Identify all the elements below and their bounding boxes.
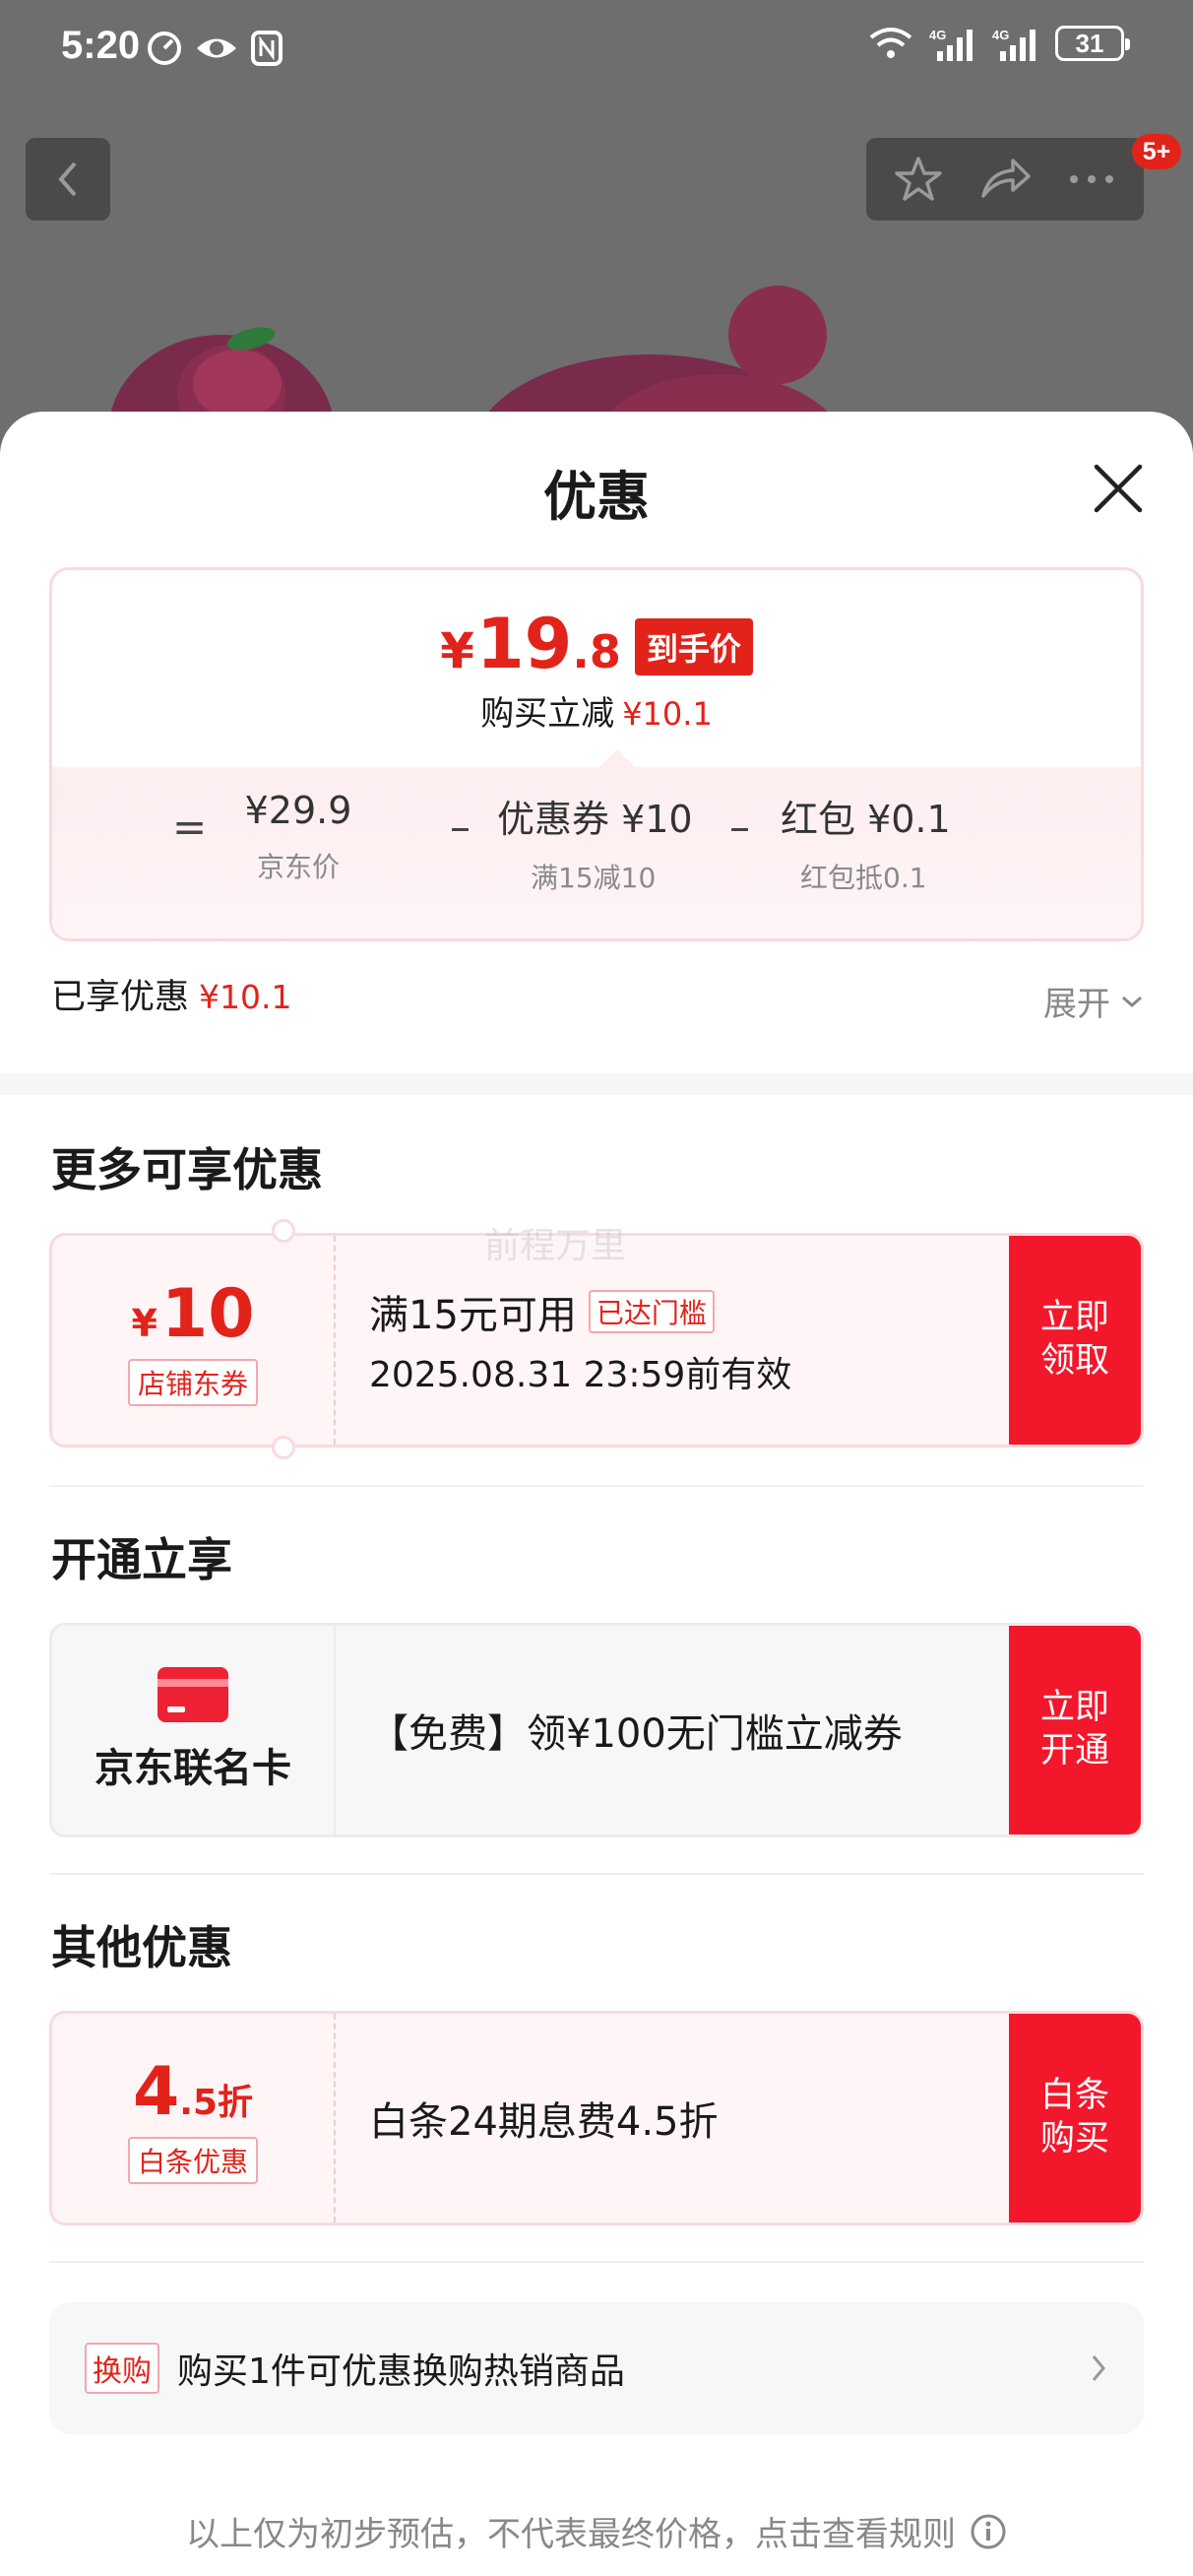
star-icon[interactable] <box>894 155 943 204</box>
price-breakdown: = ¥29.9 京东价 – 优惠券 ¥10 满15减10 – 红包 ¥0.1 红… <box>52 749 1141 938</box>
footer-note[interactable]: 以上仅为初步预估，不代表最终价格，点击查看规则 <box>0 2507 1193 2555</box>
status-bar: 5:20 4G 4G 31 <box>0 0 1193 98</box>
instant-discount-value: ¥10.1 <box>622 695 713 733</box>
background-product-page: 5:20 4G 4G 31 5+ <box>0 0 1193 453</box>
price-top: ¥ 19 .8 到手价 购买立减 ¥10.1 <box>52 570 1141 767</box>
share-icon[interactable] <box>977 157 1033 202</box>
cobrand-card-block: 京东联名卡 <box>52 1626 336 1835</box>
threshold-reached-badge: 已达门槛 <box>588 1290 715 1333</box>
price-integer: 19 <box>475 604 573 684</box>
message-badge: 5+ <box>1132 134 1181 169</box>
baitiao-info: 白条24期息费4.5折 <box>369 2014 1003 2222</box>
open-card-button[interactable]: 立即开通 <box>1009 1626 1141 1835</box>
battery-level: 31 <box>1075 28 1104 58</box>
enjoyed-label: 已享优惠 <box>51 978 190 1017</box>
section-title-open: 开通立享 <box>51 1533 232 1586</box>
chevron-right-icon <box>1092 2355 1105 2381</box>
coupon-label: 满15减10 <box>531 862 657 894</box>
baitiao-offer-card: 4 .5折 白条优惠 白条24期息费4.5折 白条购买 <box>49 2011 1144 2225</box>
minus-sign-2: – <box>729 803 750 851</box>
discount-sheet: 优惠 ¥ 19 .8 到手价 购买立减¥10.1 = ¥29.9 京东价 – <box>0 412 1193 2576</box>
separator-3 <box>49 2261 1144 2263</box>
cobrand-offer-info: 【免费】领¥100无门槛立减券 <box>369 1626 1003 1835</box>
credit-card-icon <box>157 1667 228 1722</box>
close-icon[interactable] <box>1091 461 1146 516</box>
exchange-tag: 换购 <box>85 2343 159 2394</box>
svg-text:4G: 4G <box>992 28 1009 42</box>
baitiao-value-block: 4 .5折 白条优惠 <box>52 2014 336 2222</box>
cobrand-offer-text: 【免费】领¥100无门槛立减券 <box>369 1711 903 1757</box>
eye-icon <box>197 38 236 58</box>
coupon-notch-top <box>272 1219 295 1243</box>
final-price: ¥ 19 .8 到手价 <box>52 604 1141 684</box>
baitiao-discount-big: 4 <box>132 2052 180 2131</box>
exchange-text: 购买1件可优惠换购热销商品 <box>177 2351 625 2392</box>
chevron-down-icon <box>1122 996 1142 1007</box>
claim-coupon-button[interactable]: 立即领取 <box>1009 1236 1141 1445</box>
signal-4g-icon-2: 4G <box>992 28 1036 61</box>
jd-price-value: ¥29.9 <box>244 789 352 832</box>
baitiao-text: 白条24期息费4.5折 <box>369 2099 719 2145</box>
jd-price-item: ¥29.9 京东价 <box>200 789 397 885</box>
baitiao-buy-button[interactable]: 白条购买 <box>1009 2014 1141 2222</box>
coupon-condition: 满15元可用 已达门槛 <box>369 1283 1003 1340</box>
signal-4g-icon: 4G <box>929 28 973 61</box>
back-button[interactable] <box>26 138 110 221</box>
red-packet-item: 红包 ¥0.1 红包抵0.1 <box>781 789 1036 896</box>
baitiao-discount-small: .5折 <box>179 2082 254 2123</box>
speed-icon <box>148 32 181 65</box>
footer-note-text: 以上仅为初步预估，不代表最终价格，点击查看规则 <box>186 2515 956 2554</box>
price-decimal: .8 <box>572 625 621 678</box>
svg-text:4G: 4G <box>929 28 946 42</box>
exchange-purchase-row[interactable]: 换购 购买1件可优惠换购热销商品 <box>49 2302 1144 2434</box>
section-divider <box>0 1073 1193 1095</box>
status-time: 5:20 <box>61 24 141 67</box>
nav-actions <box>866 138 1144 221</box>
coupon-condition-text: 满15元可用 <box>369 1293 577 1338</box>
price-summary-card: ¥ 19 .8 到手价 购买立减 ¥10.1 = ¥29.9 京东价 – 优惠券 … <box>49 567 1144 941</box>
status-left-icons <box>146 30 283 67</box>
cobrand-card-name: 京东联名卡 <box>94 1746 291 1791</box>
coupon-value-block: ¥ 10 店铺东券 <box>52 1236 336 1445</box>
info-icon <box>971 2514 1006 2548</box>
instant-discount-label: 购买立减 <box>480 694 615 734</box>
nfc-icon <box>251 31 283 66</box>
more-icon[interactable] <box>1067 172 1116 186</box>
watermark: 前程万里 <box>484 1226 627 1266</box>
final-price-tag: 到手价 <box>634 618 753 676</box>
red-packet-value: 红包 ¥0.1 <box>781 798 951 841</box>
sheet-title: 优惠 <box>543 466 650 528</box>
expand-toggle[interactable]: 展开 <box>1043 977 1144 1025</box>
coupon-expiry: 2025.08.31 23:59前有效 <box>369 1355 792 1395</box>
section-title-more: 更多可享优惠 <box>51 1143 323 1196</box>
coupon-number: 10 <box>160 1274 255 1353</box>
enjoyed-discount: 已享优惠 ¥10.1 <box>51 969 292 1019</box>
section-title-other: 其他优惠 <box>51 1921 232 1974</box>
minus-sign: – <box>450 803 471 851</box>
red-packet-label: 红包抵0.1 <box>800 862 927 894</box>
enjoyed-value: ¥10.1 <box>199 978 292 1016</box>
baitiao-discount: 4 .5折 <box>133 2053 253 2131</box>
coupon-notch-bottom <box>272 1436 295 1459</box>
coupon-type-tag: 店铺东券 <box>127 1358 258 1406</box>
baitiao-tag: 白条优惠 <box>127 2136 258 2184</box>
coupon-currency: ¥ <box>131 1301 157 1345</box>
chevron-left-icon <box>58 161 77 197</box>
coupon-item: 优惠券 ¥10 满15减10 <box>497 789 812 896</box>
coupon-amount: ¥ 10 <box>131 1275 254 1353</box>
instant-discount: 购买立减 ¥10.1 <box>52 686 1141 735</box>
price-formula: = ¥29.9 京东价 – 优惠券 ¥10 满15减10 – 红包 ¥0.1 红… <box>52 789 1141 907</box>
coupon-value: 优惠券 ¥10 <box>497 798 693 841</box>
coupon-info: 满15元可用 已达门槛 2025.08.31 23:59前有效 <box>369 1236 1003 1445</box>
price-currency: ¥ <box>440 622 474 679</box>
separator <box>49 1485 1144 1487</box>
battery-icon: 31 <box>1055 26 1130 61</box>
wifi-icon <box>869 28 912 58</box>
cobrand-card-offer: 京东联名卡 【免费】领¥100无门槛立减券 立即开通 <box>49 1623 1144 1837</box>
separator-2 <box>49 1873 1144 1875</box>
jd-price-label: 京东价 <box>256 851 340 883</box>
expand-label: 展开 <box>1043 985 1110 1024</box>
status-right: 4G 4G 31 <box>868 26 1130 61</box>
